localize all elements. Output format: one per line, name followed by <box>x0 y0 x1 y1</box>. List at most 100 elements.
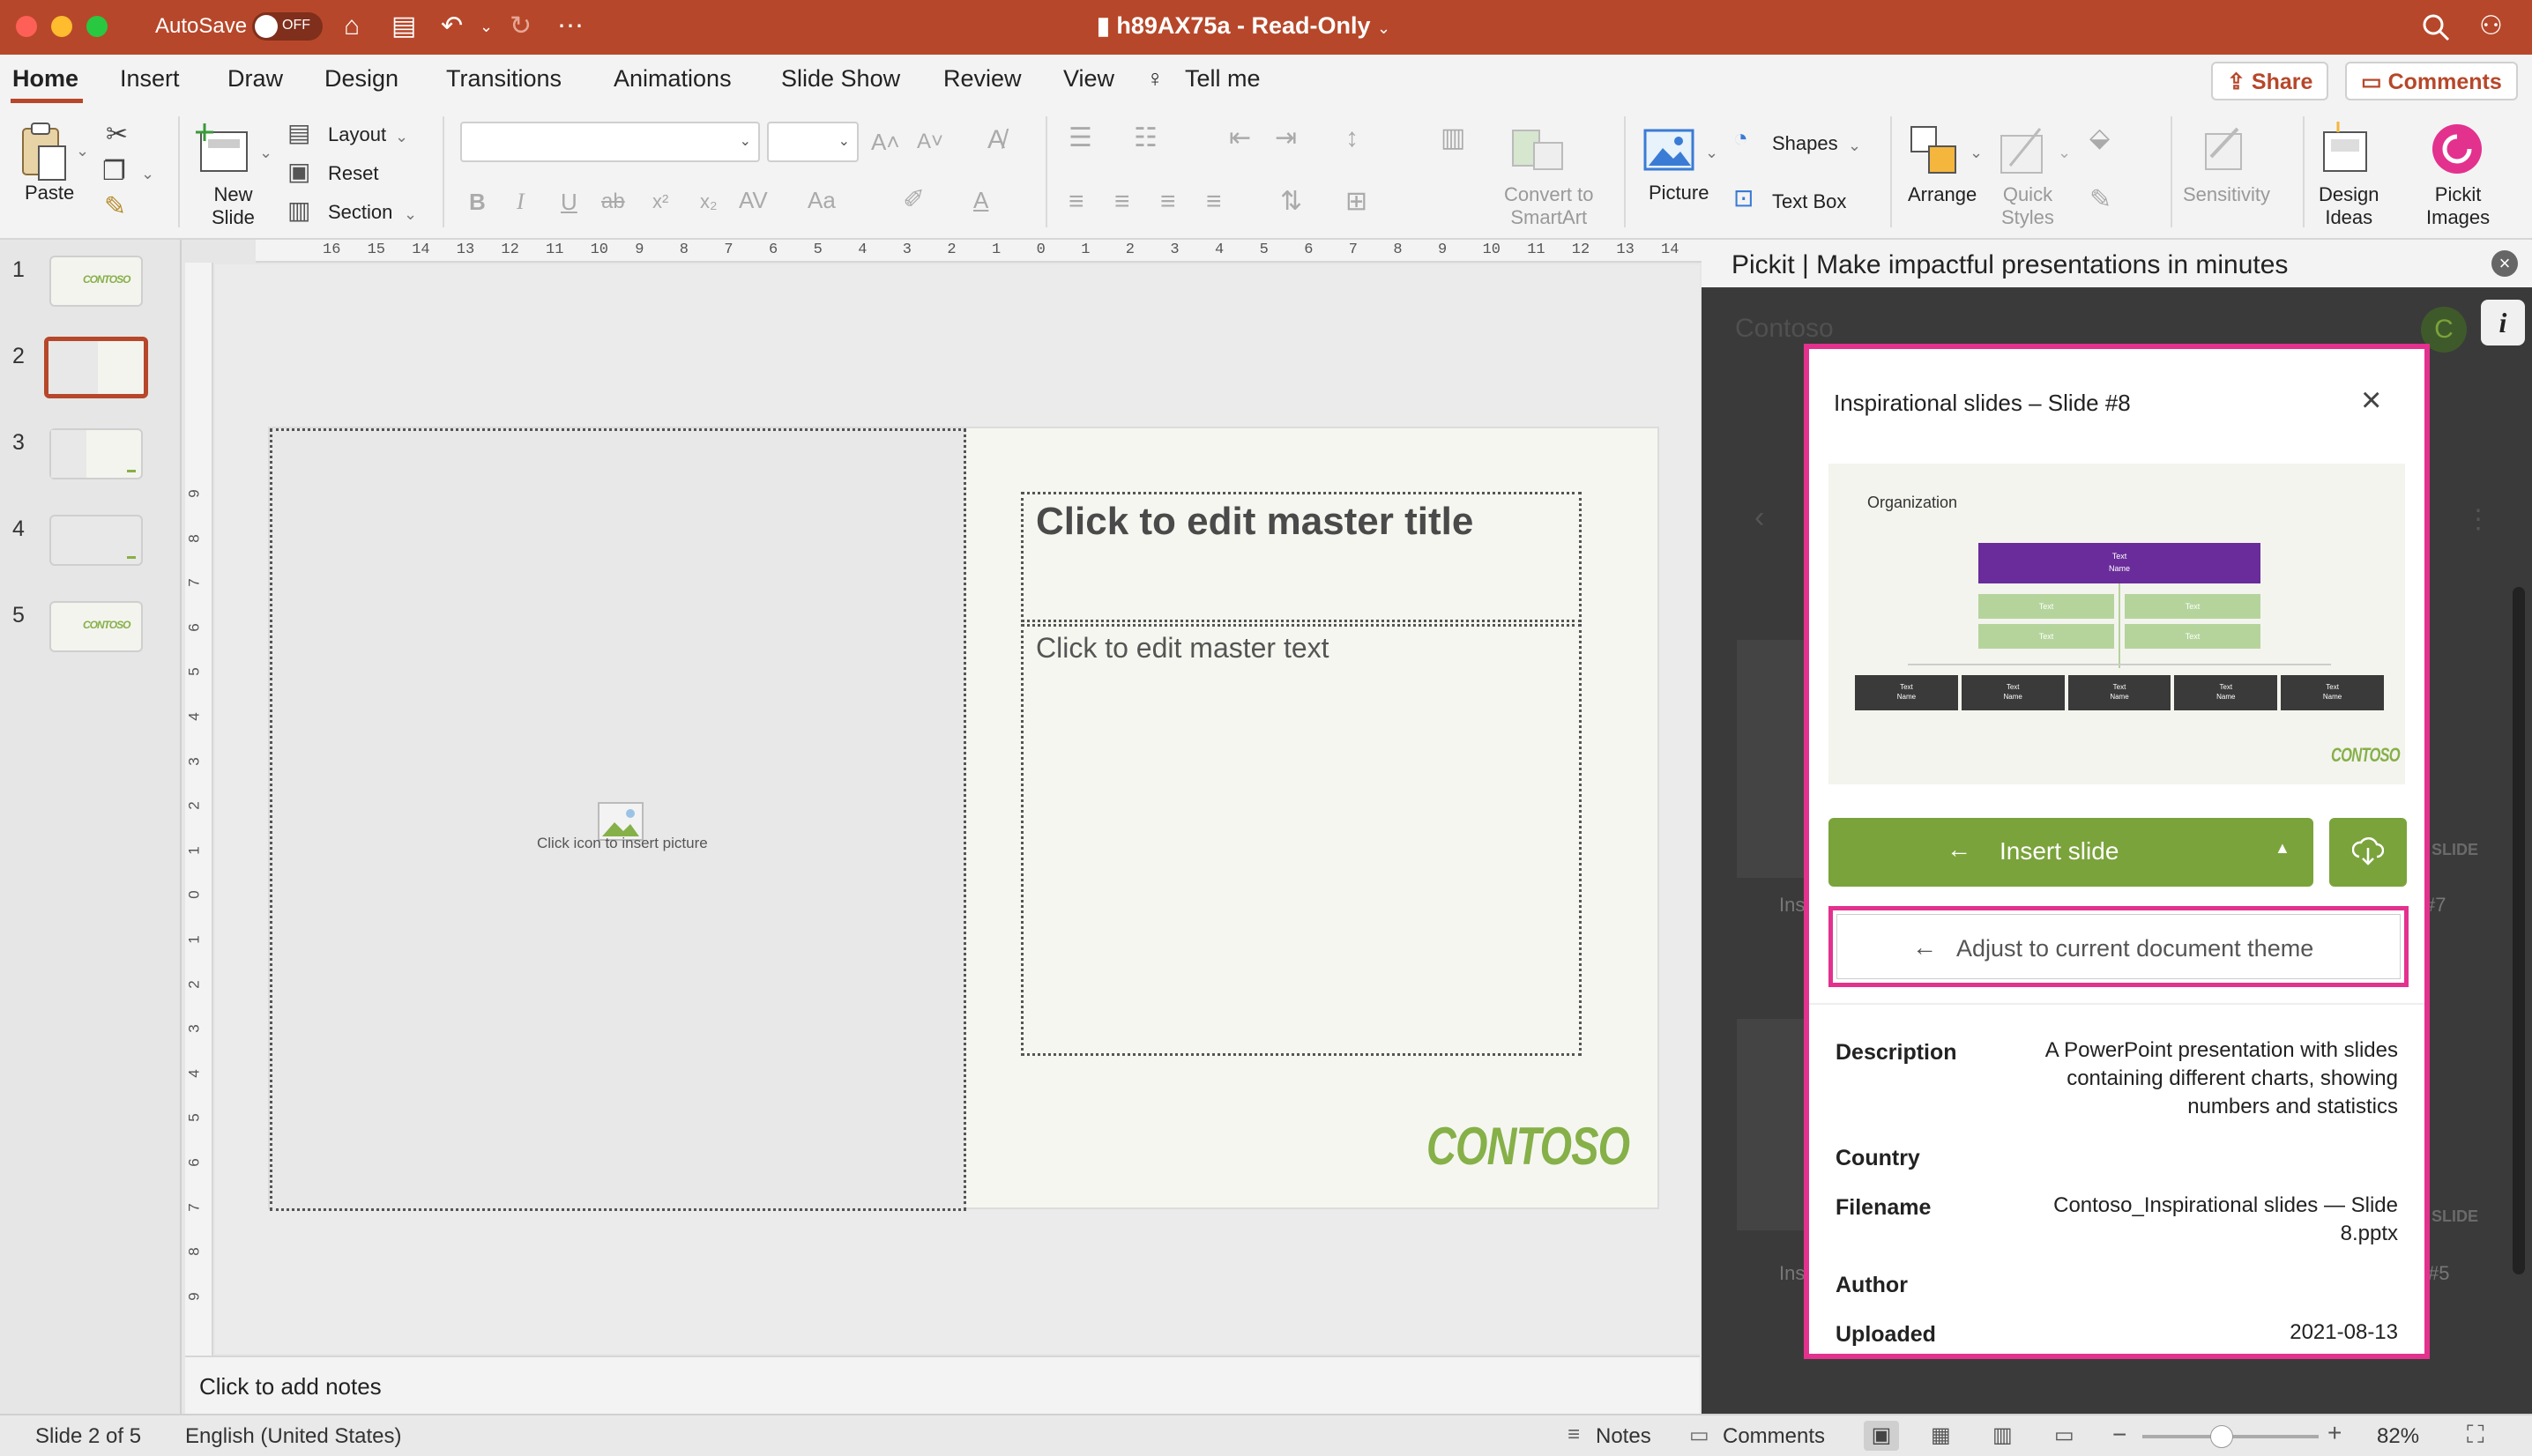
arrange-icon[interactable] <box>1908 123 1961 178</box>
more-icon[interactable]: ⋯ <box>557 11 584 42</box>
normal-view-icon[interactable]: ▣ <box>1864 1421 1899 1451</box>
font-name-select[interactable]: ⌄ <box>460 122 760 162</box>
line-spacing-icon[interactable]: ↕ <box>1345 125 1359 152</box>
body-placeholder[interactable]: Click to edit master text <box>1021 624 1582 1056</box>
close-window-button[interactable] <box>16 16 37 37</box>
reading-view-icon[interactable]: ▥ <box>1992 1423 2013 1448</box>
text-box-button[interactable]: Text Box <box>1772 190 1846 213</box>
download-button[interactable] <box>2329 818 2407 887</box>
bullets-icon[interactable]: ☰ <box>1069 125 1092 152</box>
title-chevron-icon[interactable]: ⌄ <box>1377 19 1390 37</box>
picture-placeholder[interactable]: Click icon to insert picture <box>270 428 966 1211</box>
justify-icon[interactable]: ≡ <box>1206 189 1222 215</box>
zoom-window-button[interactable] <box>86 16 108 37</box>
zoom-out-icon[interactable]: − <box>2112 1421 2126 1449</box>
highlight-icon[interactable]: ✐ <box>903 187 925 213</box>
copy-icon[interactable]: ❐ <box>102 159 126 185</box>
text-box-icon[interactable]: ⊡ <box>1733 185 1754 212</box>
strikethrough-button[interactable]: ab <box>601 189 625 215</box>
pickit-images-icon[interactable] <box>2430 122 2484 176</box>
copy-dropdown-icon[interactable]: ⌄ <box>141 160 154 187</box>
redo-icon[interactable]: ↻ <box>510 11 532 42</box>
font-color-icon[interactable]: A <box>973 187 988 213</box>
slide-thumbnail-4[interactable] <box>49 515 143 566</box>
tab-view[interactable]: View <box>1063 65 1114 93</box>
tab-slide-show[interactable]: Slide Show <box>781 65 900 93</box>
quick-styles-icon[interactable] <box>1998 123 2051 178</box>
notes-pane[interactable]: Click to add notes <box>185 1356 1700 1414</box>
layout-button[interactable]: Layout <box>328 123 386 146</box>
home-icon[interactable]: ⌂ <box>344 11 360 42</box>
italic-button[interactable]: I <box>517 189 525 215</box>
numbering-icon[interactable]: ☷ <box>1134 125 1158 152</box>
zoom-level[interactable]: 82% <box>2377 1424 2419 1449</box>
undo-dropdown-icon[interactable]: ⌄ <box>480 11 493 42</box>
undo-icon[interactable]: ↶ <box>441 11 463 42</box>
tab-home[interactable]: Home <box>12 65 78 93</box>
superscript-button[interactable]: x² <box>652 189 668 215</box>
slide-thumbnail-5[interactable]: CONTOSO <box>49 601 143 652</box>
insert-slide-button[interactable]: ← Insert slide ▲ <box>1828 818 2313 887</box>
layout-dropdown-icon[interactable]: ⌄ <box>395 123 408 150</box>
new-slide-icon[interactable] <box>196 122 252 178</box>
slide-2[interactable]: Click icon to insert picture Click to ed… <box>268 427 1659 1211</box>
section-dropdown-icon[interactable]: ⌄ <box>404 201 417 227</box>
decrease-font-icon[interactable]: A˅ <box>917 129 943 155</box>
language-indicator[interactable]: English (United States) <box>185 1424 401 1449</box>
decrease-indent-icon[interactable]: ⇤ <box>1229 125 1251 152</box>
reset-button[interactable]: Reset <box>328 162 378 185</box>
format-painter-icon[interactable]: ✎ <box>104 194 126 220</box>
close-icon[interactable]: × <box>2361 381 2381 420</box>
align-center-icon[interactable]: ≡ <box>1114 189 1130 215</box>
close-pane-icon[interactable]: × <box>2491 250 2518 277</box>
cut-icon[interactable]: ✂ <box>106 122 128 148</box>
adjust-theme-button[interactable]: ← Adjust to current document theme <box>1828 906 2409 987</box>
zoom-slider[interactable] <box>2142 1425 2319 1448</box>
slide-preview[interactable]: Organization Text Name Text Text Text Tex… <box>1828 464 2405 784</box>
slideshow-icon[interactable]: ▭ <box>2054 1423 2074 1448</box>
text-direction-icon[interactable]: ⇅ <box>1280 189 1302 215</box>
comments-icon[interactable]: ▭ <box>1689 1423 1709 1448</box>
notes-toggle[interactable]: Notes <box>1596 1424 1651 1449</box>
change-case-icon[interactable]: Aa <box>808 187 836 213</box>
picture-icon[interactable] <box>1643 127 1696 175</box>
shapes-button[interactable]: Shapes <box>1772 132 1838 155</box>
picture-dropdown-icon[interactable]: ⌄ <box>1705 139 1718 166</box>
paste-dropdown-icon[interactable]: ⌄ <box>76 137 89 164</box>
shapes-icon[interactable]: ◔ <box>1733 125 1748 152</box>
minimize-window-button[interactable] <box>51 16 72 37</box>
info-button[interactable]: i <box>2481 300 2525 345</box>
slide-sorter-icon[interactable]: ▦ <box>1931 1423 1951 1448</box>
tab-tell-me[interactable]: Tell me <box>1185 65 1261 93</box>
align-text-icon[interactable]: ⊞ <box>1345 189 1367 215</box>
search-icon[interactable] <box>2421 12 2451 42</box>
align-left-icon[interactable]: ≡ <box>1069 189 1084 215</box>
paste-icon[interactable] <box>18 122 71 183</box>
layout-icon[interactable]: ▤ <box>287 120 310 146</box>
autosave-toggle[interactable]: OFF <box>252 12 323 41</box>
notes-icon[interactable]: ≡ <box>1568 1423 1580 1447</box>
bold-button[interactable]: B <box>469 189 486 215</box>
tab-animations[interactable]: Animations <box>614 65 732 93</box>
more-options-icon[interactable]: ⋮ <box>2465 504 2491 535</box>
slide-thumbnail-2[interactable] <box>44 337 148 398</box>
character-spacing-icon[interactable]: AV <box>739 187 768 213</box>
shape-outline-icon[interactable]: ✎ <box>2089 187 2111 213</box>
sensitivity-icon[interactable] <box>2199 122 2252 176</box>
slide-thumbnail-3[interactable] <box>49 428 143 479</box>
font-size-select[interactable]: ⌄ <box>767 122 859 162</box>
slide-thumbnail-1[interactable]: CONTOSO <box>49 256 143 307</box>
reset-icon[interactable]: ▣ <box>287 159 310 185</box>
tab-draw[interactable]: Draw <box>227 65 283 93</box>
new-slide-dropdown-icon[interactable]: ⌄ <box>259 139 272 166</box>
shapes-dropdown-icon[interactable]: ⌄ <box>1848 132 1861 159</box>
shape-fill-icon[interactable]: ⬙ <box>2089 125 2110 152</box>
comments-button[interactable]: ▭ Comments <box>2345 62 2518 100</box>
fit-to-window-icon[interactable]: ⛶ <box>2467 1421 2484 1450</box>
pane-scrollbar[interactable] <box>2513 587 2525 1274</box>
tab-insert[interactable]: Insert <box>120 65 180 93</box>
title-placeholder[interactable]: Click to edit master title <box>1021 492 1582 622</box>
comments-toggle[interactable]: Comments <box>1723 1424 1825 1449</box>
zoom-slider-knob[interactable] <box>2210 1425 2233 1448</box>
tab-review[interactable]: Review <box>943 65 1022 93</box>
